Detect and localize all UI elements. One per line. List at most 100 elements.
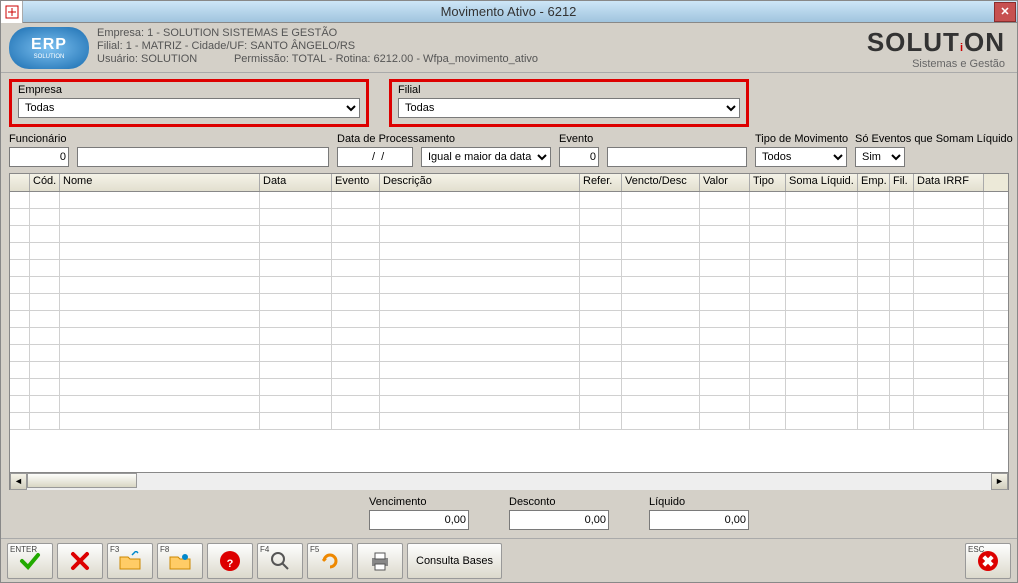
- grid-hscroll[interactable]: ◄ ►: [10, 472, 1008, 489]
- grid-col-header[interactable]: Nome: [60, 174, 260, 191]
- grid-col-header[interactable]: Valor: [700, 174, 750, 191]
- consulta-bases-button[interactable]: Consulta Bases: [407, 543, 502, 579]
- table-row[interactable]: [10, 226, 1008, 243]
- table-row[interactable]: [10, 260, 1008, 277]
- table-cell: [700, 362, 750, 379]
- delete-button[interactable]: [57, 543, 103, 579]
- table-cell: [750, 277, 786, 294]
- table-cell: [30, 345, 60, 362]
- table-row[interactable]: [10, 209, 1008, 226]
- grid-col-header[interactable]: Emp.: [858, 174, 890, 191]
- table-cell: [580, 209, 622, 226]
- filial-label: Filial: [398, 84, 740, 96]
- grid-col-header[interactable]: Refer.: [580, 174, 622, 191]
- help-button[interactable]: ?: [207, 543, 253, 579]
- table-cell: [750, 328, 786, 345]
- table-row[interactable]: [10, 277, 1008, 294]
- table-cell: [332, 362, 380, 379]
- table-cell: [260, 226, 332, 243]
- grid-col-header[interactable]: Data: [260, 174, 332, 191]
- filial-select[interactable]: Todas: [398, 98, 740, 118]
- grid-col-header[interactable]: Fil.: [890, 174, 914, 191]
- table-cell: [260, 311, 332, 328]
- table-row[interactable]: [10, 396, 1008, 413]
- table-cell: [60, 396, 260, 413]
- filial-group: Filial Todas: [389, 79, 749, 127]
- table-row[interactable]: [10, 243, 1008, 260]
- table-row[interactable]: [10, 413, 1008, 430]
- tipo-mov-select[interactable]: Todos: [755, 147, 847, 167]
- enter-button[interactable]: ENTER: [7, 543, 53, 579]
- table-cell: [750, 243, 786, 260]
- table-cell: [580, 226, 622, 243]
- table-cell: [60, 328, 260, 345]
- table-row[interactable]: [10, 328, 1008, 345]
- scroll-right-button[interactable]: ►: [991, 473, 1008, 490]
- grid-col-header[interactable]: [10, 174, 30, 191]
- open-button[interactable]: F3: [107, 543, 153, 579]
- table-cell: [914, 362, 984, 379]
- evento-code[interactable]: [559, 147, 599, 167]
- table-cell: [60, 294, 260, 311]
- funcionario-label: Funcionário: [9, 133, 69, 145]
- table-cell: [786, 294, 858, 311]
- table-cell: [890, 226, 914, 243]
- vencimento-label: Vencimento: [369, 496, 469, 508]
- table-cell: [700, 243, 750, 260]
- table-row[interactable]: [10, 379, 1008, 396]
- grid-col-header[interactable]: Data IRRF: [914, 174, 984, 191]
- table-row[interactable]: [10, 311, 1008, 328]
- table-row[interactable]: [10, 192, 1008, 209]
- search-button[interactable]: F4: [257, 543, 303, 579]
- table-row[interactable]: [10, 362, 1008, 379]
- table-cell: [622, 328, 700, 345]
- table-cell: [890, 413, 914, 430]
- table-cell: [914, 192, 984, 209]
- table-cell: [786, 226, 858, 243]
- data-cond-select[interactable]: Igual e maior da data: [421, 147, 551, 167]
- table-row[interactable]: [10, 345, 1008, 362]
- save-button[interactable]: F8: [157, 543, 203, 579]
- table-cell: [580, 328, 622, 345]
- table-cell: [890, 260, 914, 277]
- funcionario-name[interactable]: [77, 147, 329, 167]
- grid-col-header[interactable]: Cód.: [30, 174, 60, 191]
- evento-name[interactable]: [607, 147, 747, 167]
- print-button[interactable]: [357, 543, 403, 579]
- table-cell: [786, 311, 858, 328]
- grid-col-header[interactable]: Soma Líquid.: [786, 174, 858, 191]
- table-cell: [858, 311, 890, 328]
- grid-col-header[interactable]: Descrição: [380, 174, 580, 191]
- table-cell: [30, 328, 60, 345]
- table-cell: [10, 260, 30, 277]
- table-row[interactable]: [10, 294, 1008, 311]
- table-cell: [700, 311, 750, 328]
- table-cell: [332, 413, 380, 430]
- so-ev-select[interactable]: Sim: [855, 147, 905, 167]
- table-cell: [858, 362, 890, 379]
- funcionario-code[interactable]: [9, 147, 69, 167]
- table-cell: [858, 226, 890, 243]
- table-cell: [622, 243, 700, 260]
- data-proc-input[interactable]: [337, 147, 413, 167]
- close-button[interactable]: ✕: [994, 2, 1016, 22]
- scroll-track[interactable]: [27, 473, 991, 490]
- data-grid[interactable]: Cód.NomeDataEventoDescriçãoRefer.Vencto/…: [9, 173, 1009, 490]
- refresh-button[interactable]: F5: [307, 543, 353, 579]
- folder-open-icon: [118, 551, 142, 571]
- table-cell: [622, 413, 700, 430]
- empresa-select[interactable]: Todas: [18, 98, 360, 118]
- table-cell: [30, 260, 60, 277]
- grid-col-header[interactable]: Tipo: [750, 174, 786, 191]
- scroll-thumb[interactable]: [27, 473, 137, 488]
- printer-icon: [368, 550, 392, 572]
- grid-col-header[interactable]: Evento: [332, 174, 380, 191]
- grid-col-header[interactable]: Vencto/Desc: [622, 174, 700, 191]
- esc-button[interactable]: ESC: [965, 543, 1011, 579]
- table-cell: [332, 226, 380, 243]
- table-cell: [380, 311, 580, 328]
- grid-body[interactable]: [10, 192, 1008, 472]
- scroll-left-button[interactable]: ◄: [10, 473, 27, 490]
- table-cell: [260, 243, 332, 260]
- table-cell: [380, 379, 580, 396]
